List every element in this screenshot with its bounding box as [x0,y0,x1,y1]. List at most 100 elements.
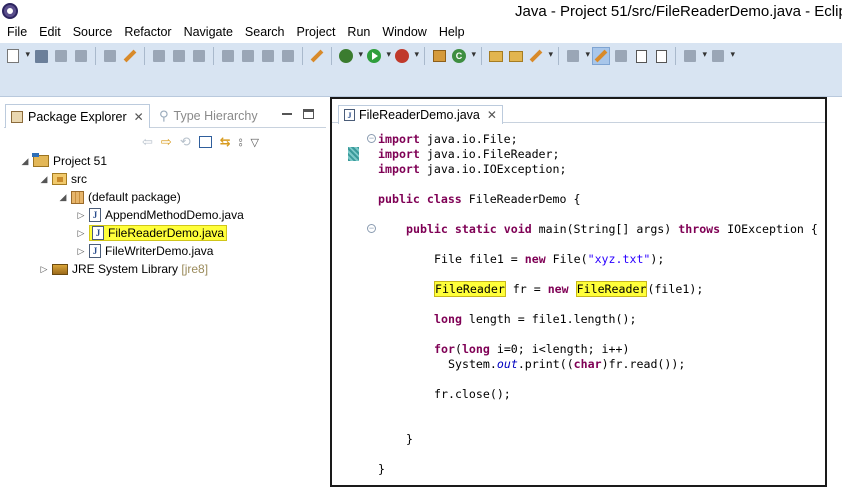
open-type-button[interactable] [487,47,505,65]
collapse-triangle-icon[interactable]: ▷ [76,210,86,221]
forward-arrow-icon[interactable]: ⇨ [161,134,172,150]
paragraph-button[interactable] [652,47,670,65]
tree-item-src[interactable]: ◢ src [39,170,87,188]
expand-triangle-icon[interactable]: ◢ [39,174,49,185]
print-button[interactable] [72,47,90,65]
save-icon [34,49,48,63]
java-file-icon: J [344,109,355,121]
tree-item-file[interactable]: ▷ J FileWriterDemo.java [76,242,213,260]
save-all-button[interactable] [52,47,70,65]
collapse-triangle-icon[interactable]: ▷ [76,228,86,239]
package-icon [71,190,84,204]
fold-minus-icon[interactable]: − [367,224,376,233]
tree-item-file[interactable]: ▷ J AppendMethodDemo.java [76,206,244,224]
eclipse-logo-icon [2,3,18,19]
menu-help[interactable]: Help [433,22,471,43]
tree-label-file: FileWriterDemo.java [105,244,214,258]
open-folder-icon [509,50,523,62]
up-icon[interactable]: ⟲ [180,134,191,150]
undo-icon [153,50,165,62]
tree-item-default-package[interactable]: ◢ (default package) [58,188,181,206]
package-icon [432,50,446,62]
show-whitespace-button[interactable] [101,47,119,65]
external-tools-icon [395,49,409,63]
menu-refactor[interactable]: Refactor [118,22,177,43]
code-line: } [378,462,385,476]
open-task-button[interactable] [507,47,525,65]
mark-icon [123,49,137,63]
menu-source[interactable]: Source [67,22,119,43]
toolbar-separator [302,47,303,65]
menu-project[interactable]: Project [291,22,342,43]
redo-button[interactable] [170,47,188,65]
external-tools-button[interactable] [393,47,419,65]
folder-icon [489,50,503,62]
code-line: File file1 = new File("xyz.txt"); [434,252,665,266]
toolbar-separator [95,47,96,65]
disconnect-icon [282,50,294,62]
back-button[interactable] [709,47,735,65]
toggle-mark-button[interactable] [121,47,139,65]
menu-run[interactable]: Run [341,22,376,43]
package-explorer-icon [11,110,23,123]
editor-tab-label: FileReaderDemo.java [359,108,480,122]
tab-editor-file[interactable]: J FileReaderDemo.java ✕ [338,105,503,124]
tab-type-hierarchy[interactable]: ⚲ Type Hierarchy [159,104,258,128]
menu-file[interactable]: File [0,22,33,43]
editor-panel: J FileReaderDemo.java ✕ − − import java.… [330,97,827,487]
save-button[interactable] [32,47,50,65]
annotation-icon [567,50,579,62]
occurrence-marker-icon [348,147,359,161]
collapse-all-icon[interactable] [198,136,212,148]
code-line: import java.io.FileReader; [378,147,560,161]
menu-edit[interactable]: Edit [33,22,67,43]
filters-icon[interactable]: ⦂ [239,134,243,150]
editor-tab-bar: J FileReaderDemo.java ✕ [332,99,825,124]
menu-window[interactable]: Window [376,22,432,43]
code-line: } [406,432,413,446]
back-arrow-icon[interactable]: ⇦ [142,134,153,150]
collapse-triangle-icon[interactable]: ▷ [76,246,86,257]
tab-package-explorer[interactable]: Package Explorer ✕ [5,104,150,128]
collapse-triangle-icon[interactable]: ▷ [39,264,49,275]
tree-label-file: AppendMethodDemo.java [105,208,244,222]
link-with-editor-icon[interactable]: ⇆ [220,134,231,150]
menu-search[interactable]: Search [239,22,291,43]
back-icon [712,50,724,62]
terminate-button[interactable] [259,47,277,65]
menu-navigate[interactable]: Navigate [178,22,239,43]
tree-item-project[interactable]: ◢ Project 51 [20,152,107,170]
new-java-class-button[interactable]: C [450,47,476,65]
toolbar-area: C [0,43,842,97]
close-icon[interactable]: ✕ [487,108,497,122]
editor-gutter: − − [338,125,376,485]
occurrence-highlight: FileReader [434,281,506,297]
debug-icon [339,49,353,63]
resume-button[interactable] [219,47,237,65]
toolbar-separator [331,47,332,65]
fold-minus-icon[interactable]: − [367,134,376,143]
mark-occurrences-button[interactable] [592,47,610,65]
debug-button[interactable] [337,47,363,65]
view-menu-icon[interactable]: ▽ [251,136,259,149]
forward-button[interactable] [190,47,208,65]
show-whitespace-characters-button[interactable] [632,47,650,65]
new-button[interactable] [4,47,30,65]
close-icon[interactable]: ✕ [134,110,144,124]
search-button[interactable] [527,47,553,65]
next-annotation-button[interactable] [681,47,707,65]
annotation-button[interactable] [564,47,590,65]
tree-item-jre-library[interactable]: ▷ JRE System Library [jre8] [39,260,209,278]
expand-triangle-icon[interactable]: ◢ [20,156,30,167]
tree-item-file-selected[interactable]: ▷ J FileReaderDemo.java [76,224,228,242]
expand-triangle-icon[interactable]: ◢ [58,192,68,203]
suspend-button[interactable] [239,47,257,65]
maximize-icon[interactable] [303,109,314,119]
disconnect-button[interactable] [279,47,297,65]
toggle-block-selection-button[interactable] [612,47,630,65]
skip-breakpoints-button[interactable] [308,47,326,65]
minimize-icon[interactable] [282,113,292,116]
run-button[interactable] [365,47,391,65]
new-java-package-button[interactable] [430,47,448,65]
undo-button[interactable] [150,47,168,65]
